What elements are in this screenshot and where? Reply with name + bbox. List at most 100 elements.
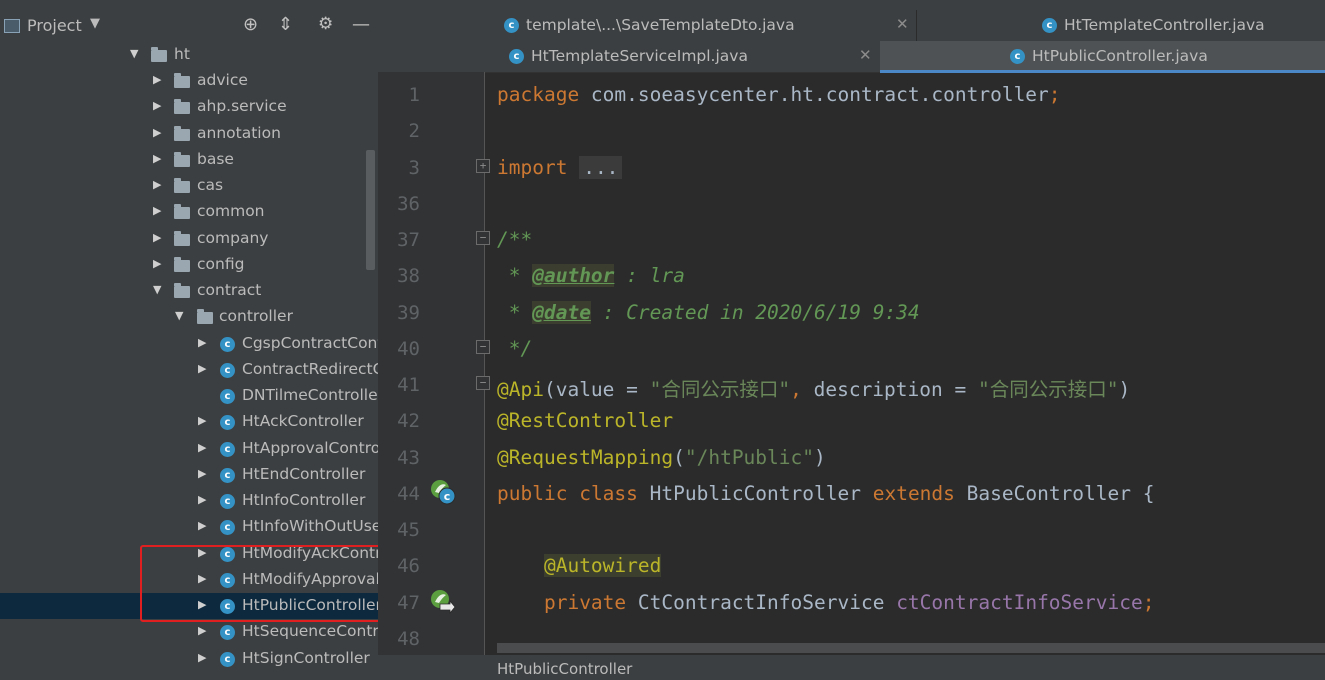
tree-item-class-selected[interactable]: ▶ c HtPublicController	[0, 593, 378, 619]
tree-item-label: advice	[197, 71, 248, 89]
tree-item-controller[interactable]: ▼ controller	[0, 304, 378, 330]
code-line-46[interactable]: @Autowired	[497, 554, 662, 577]
fold-end-icon[interactable]: −	[476, 340, 490, 354]
expand-arrow-icon[interactable]: ▶	[153, 126, 161, 139]
tree-item-class[interactable]: ▶ c HtEndController	[0, 462, 378, 488]
tree-item-common[interactable]: ▶ common	[0, 199, 378, 225]
code-line-42[interactable]: @RestController	[497, 409, 673, 432]
expand-arrow-icon[interactable]: ▶	[153, 204, 161, 217]
tree-item-class[interactable]: ▶ c HtApprovalContro	[0, 436, 378, 462]
locate-icon[interactable]: ⊕	[243, 14, 258, 35]
gear-icon[interactable]: ⚙	[318, 14, 333, 34]
fold-expand-icon[interactable]: +	[476, 159, 490, 173]
tab-ht-template-controller[interactable]: c HtTemplateController.java	[917, 10, 1325, 41]
expand-arrow-icon[interactable]: ▶	[153, 257, 161, 270]
tree-item-class[interactable]: ▶ c HtAckController	[0, 409, 378, 435]
chevron-down-icon[interactable]: ▼	[90, 16, 100, 31]
code-line-40[interactable]: */	[497, 337, 533, 360]
tab-save-template-dto[interactable]: c template\...\SaveTemplateDto.java ✕	[378, 10, 916, 41]
tree-item-class[interactable]: ▶ c HtInfoController	[0, 488, 378, 514]
expand-arrow-icon[interactable]: ▶	[198, 546, 206, 559]
expand-arrow-icon[interactable]: ▶	[198, 519, 206, 532]
code-line-3[interactable]: import ...	[497, 156, 623, 179]
close-icon[interactable]: ✕	[859, 46, 872, 64]
folder-icon	[174, 73, 190, 88]
expand-arrow-icon[interactable]: ▶	[198, 467, 206, 480]
breadcrumb[interactable]: HtPublicController	[497, 660, 632, 678]
expand-arrow-icon[interactable]: ▼	[130, 47, 138, 60]
class-icon: c	[1010, 49, 1025, 64]
expand-arrow-icon[interactable]: ▶	[198, 336, 206, 349]
folder-icon	[174, 204, 190, 219]
tree-item-ht[interactable]: ▼ ht	[0, 42, 378, 68]
expand-arrow-icon[interactable]: ▶	[198, 493, 206, 506]
tree-item-label: HtInfoWithOutUser	[242, 517, 378, 535]
expand-arrow-icon[interactable]: ▶	[153, 152, 161, 165]
expand-arrow-icon[interactable]: ▼	[153, 283, 161, 296]
code-line-1[interactable]: package com.soeasycenter.ht.contract.con…	[497, 83, 1061, 106]
line-number: 42	[397, 410, 420, 432]
folder-icon	[151, 47, 167, 62]
tab-ht-public-controller[interactable]: c HtPublicController.java	[880, 41, 1325, 73]
tree-item-class[interactable]: ▶ c HtSequenceContro	[0, 619, 378, 645]
tree-item-ahp-service[interactable]: ▶ ahp.service	[0, 94, 378, 120]
expand-arrow-icon[interactable]: ▶	[198, 624, 206, 637]
tree-item-class[interactable]: ▶ c HtSignController	[0, 646, 378, 672]
line-number: 44	[397, 483, 420, 505]
code-line-38[interactable]: * @author : lra	[497, 264, 685, 287]
folder-icon	[174, 231, 190, 246]
spring-autowired-icon[interactable]	[430, 589, 456, 615]
folded-imports[interactable]: ...	[579, 156, 623, 179]
code-line-39[interactable]: * @date : Created in 2020/6/19 9:34	[497, 301, 920, 324]
tree-item-class[interactable]: ▶ c HtModifyAckContr	[0, 541, 378, 567]
tab-label: HtPublicController.java	[1032, 47, 1208, 65]
fold-collapse-icon[interactable]: −	[476, 231, 490, 245]
expand-arrow-icon[interactable]: ▶	[198, 441, 206, 454]
tree-item-annotation[interactable]: ▶ annotation	[0, 121, 378, 147]
spring-bean-icon[interactable]: c	[430, 479, 456, 505]
tree-item-class[interactable]: ▶ c ContractRedirectC	[0, 357, 378, 383]
folder-icon	[174, 126, 190, 141]
tree-item-label: HtSequenceContro	[242, 622, 378, 640]
expand-arrow-icon[interactable]: ▶	[198, 598, 206, 611]
expand-arrow-icon[interactable]: ▶	[153, 73, 161, 86]
tree-item-config[interactable]: ▶ config	[0, 252, 378, 278]
tree-item-class[interactable]: ▶ c HtInfoWithOutUser	[0, 514, 378, 540]
code-line-47[interactable]: private CtContractInfoService ctContract…	[497, 591, 1155, 614]
tree-item-cas[interactable]: ▶ cas	[0, 173, 378, 199]
line-number: 3	[408, 157, 420, 179]
expand-arrow-icon[interactable]: ▼	[175, 309, 183, 322]
code-line-43[interactable]: @RequestMapping("/htPublic")	[497, 446, 826, 469]
tree-item-class[interactable]: c DNTilmeController	[0, 383, 378, 409]
horizontal-scrollbar[interactable]	[497, 643, 1325, 653]
hide-icon[interactable]: —	[352, 14, 370, 35]
project-title[interactable]: Project	[27, 16, 82, 35]
project-panel: Project ▼ ⊕ ⇕ ⚙ — ▼ ht ▶ advice ▶ ahp.se…	[0, 0, 378, 680]
expand-arrow-icon[interactable]: ▶	[153, 231, 161, 244]
tree-item-label: config	[197, 255, 245, 273]
tree-item-class[interactable]: ▶ c CgspContractCont	[0, 331, 378, 357]
collapse-icon[interactable]: ⇕	[278, 14, 293, 35]
expand-arrow-icon[interactable]: ▶	[198, 414, 206, 427]
expand-arrow-icon[interactable]: ▶	[198, 572, 206, 585]
tree-item-label: HtSignController	[242, 649, 370, 667]
expand-arrow-icon[interactable]: ▶	[198, 651, 206, 664]
tab-ht-template-service-impl[interactable]: c HtTemplateServiceImpl.java ✕	[378, 41, 880, 72]
tree-item-advice[interactable]: ▶ advice	[0, 68, 378, 94]
expand-arrow-icon[interactable]: ▶	[198, 362, 206, 375]
line-number: 2	[408, 120, 420, 142]
tree-item-base[interactable]: ▶ base	[0, 147, 378, 173]
tree-item-company[interactable]: ▶ company	[0, 226, 378, 252]
fold-collapse-icon[interactable]: −	[476, 376, 490, 390]
line-number: 1	[408, 84, 420, 106]
class-icon: c	[220, 599, 235, 614]
expand-arrow-icon[interactable]: ▶	[153, 178, 161, 191]
code-line-41[interactable]: @Api(value = "合同公示接口", description = "合同…	[497, 373, 1130, 402]
code-line-37[interactable]: /**	[497, 228, 532, 251]
tree-item-class[interactable]: ▶ c HtModifyApproval	[0, 567, 378, 593]
code-line-44[interactable]: public class HtPublicController extends …	[497, 482, 1155, 505]
expand-arrow-icon[interactable]: ▶	[153, 99, 161, 112]
close-icon[interactable]: ✕	[896, 15, 909, 33]
tree-item-label: contract	[197, 281, 262, 299]
tree-item-contract[interactable]: ▼ contract	[0, 278, 378, 304]
